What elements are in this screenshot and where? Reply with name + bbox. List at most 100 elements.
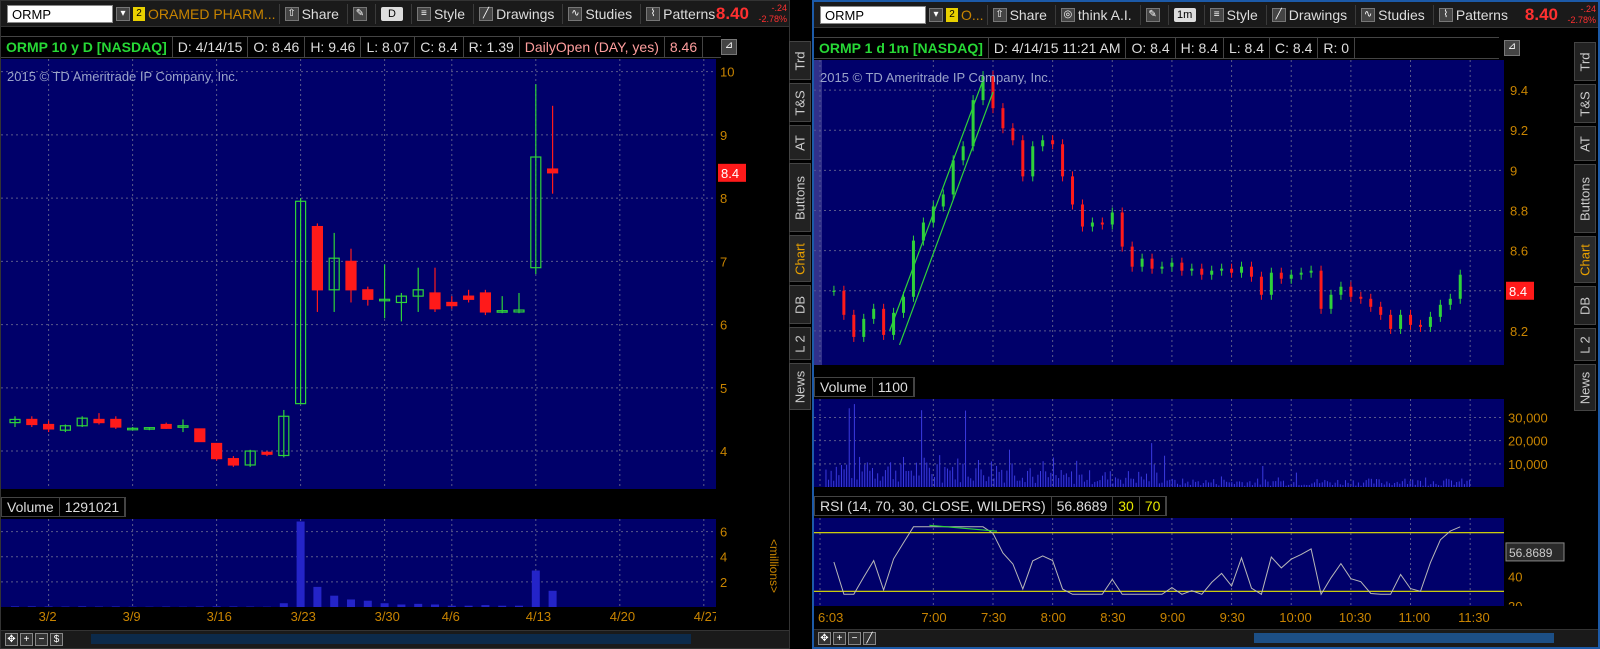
chart-settings-icon-left[interactable]: ⊿	[721, 39, 737, 55]
candle-body	[1379, 306, 1383, 315]
symbol-input-left[interactable]: ORMP	[7, 4, 113, 23]
side-tab-ts[interactable]: T&S	[789, 83, 811, 122]
think-ai-button[interactable]: ◎ think A.I.	[1054, 4, 1137, 25]
chart-settings-icon-right[interactable]: ⊿	[1504, 40, 1520, 56]
side-tab-trd[interactable]: Trd	[1574, 42, 1596, 81]
candle-body	[1359, 296, 1363, 299]
last-price-left: 8.40	[715, 4, 749, 23]
candle-body	[1110, 212, 1114, 225]
aggregation-button-right[interactable]: 1m	[1167, 4, 1201, 25]
side-tab-trd[interactable]: Trd	[789, 41, 811, 80]
scrollbar-left[interactable]	[91, 634, 691, 644]
side-tab-chart[interactable]: Chart	[1574, 236, 1596, 283]
side-tab-label: Trd	[1577, 51, 1593, 72]
tools-button-right[interactable]: ✎	[1139, 4, 1165, 25]
studies-button-left[interactable]: ∿ Studies	[562, 3, 637, 24]
rsi-tick-label: 40	[1508, 570, 1522, 585]
time-tick-label: 3/16	[207, 609, 232, 624]
candle-body	[194, 428, 206, 443]
candle-body	[832, 290, 836, 292]
side-tab-ts[interactable]: T&S	[1574, 84, 1596, 123]
side-tab-db[interactable]: DB	[789, 285, 811, 324]
candle-body	[160, 423, 172, 429]
price-tick-label: 9.4	[1510, 83, 1528, 98]
candle-body	[429, 292, 441, 310]
candle-body	[1170, 262, 1174, 267]
zoom-out-icon[interactable]: −	[848, 632, 861, 645]
symbol-dropdown-icon[interactable]: ▾	[116, 6, 130, 21]
symbol-dropdown-icon[interactable]: ▾	[929, 7, 943, 22]
price-change-right: -.24 -2.78%	[1567, 4, 1596, 25]
price-chart-right[interactable]: 2015 © TD Ameritrade IP Company, Inc.	[814, 60, 1504, 365]
candle-body	[1041, 140, 1045, 147]
side-tab-at[interactable]: AT	[789, 125, 811, 160]
side-tab-label: T&S	[792, 89, 808, 116]
volume-tick-label: 2	[720, 575, 727, 590]
zoom-out-icon[interactable]: −	[35, 633, 48, 646]
time-tick-label: 8:30	[1100, 610, 1125, 625]
header-high: H: 8.4	[1176, 38, 1224, 58]
drawings-button-right[interactable]: ╱ Drawings	[1265, 4, 1352, 25]
candle-body	[1220, 268, 1224, 271]
side-tab-chart[interactable]: Chart	[789, 235, 811, 282]
time-tick-label: 3/2	[39, 609, 57, 624]
tools-icon: ✎	[352, 6, 367, 21]
share-button-left[interactable]: ⇧ Share	[278, 3, 344, 24]
dollar-icon[interactable]: $	[50, 633, 63, 646]
rsi-overbought-label: 70	[1140, 497, 1167, 515]
volume-chart-left	[1, 519, 716, 607]
candle-body	[211, 442, 223, 460]
candle-body	[1001, 108, 1005, 129]
patterns-button-left[interactable]: ⌇ Patterns	[640, 3, 720, 24]
style-button-right[interactable]: ≡ Style	[1203, 4, 1263, 25]
candle-body	[345, 260, 357, 291]
drawing-line-icon[interactable]: ╱	[863, 632, 876, 645]
time-tick-label: 3/23	[291, 609, 316, 624]
link-badge-left[interactable]: 2	[133, 6, 145, 21]
candle-body	[1150, 258, 1154, 269]
studies-button-right[interactable]: ∿ Studies	[1355, 4, 1430, 25]
header-close: C: 8.4	[415, 37, 464, 57]
side-tab-news[interactable]: News	[1574, 364, 1596, 411]
scrollbar-right[interactable]	[1254, 633, 1554, 643]
volume-axis-right: 10,000 20,000 30,000	[1504, 399, 1566, 487]
patterns-button-right[interactable]: ⌇ Patterns	[1432, 4, 1513, 25]
candle-body	[1061, 144, 1065, 177]
share-button-right[interactable]: ⇧ Share	[986, 4, 1052, 25]
side-tab-buttons[interactable]: Buttons	[1574, 164, 1596, 233]
tools-button-left[interactable]: ✎	[346, 3, 372, 24]
volume-tick-label: 10,000	[1508, 457, 1548, 472]
patterns-icon: ⌇	[1438, 7, 1453, 22]
side-tab-label: T&S	[1577, 90, 1593, 117]
zoom-in-icon[interactable]: +	[833, 632, 846, 645]
price-tick-label: 9	[720, 128, 727, 143]
candle-body	[1339, 286, 1343, 295]
chart-panel-right: ORMP ▾ 2 O... ⇧ Share ◎ think A.I. ✎ 1m ≡ S…	[812, 0, 1600, 649]
zoom-in-icon[interactable]: +	[20, 633, 33, 646]
bottom-bar-right: ✥ + − ╱	[814, 629, 1598, 647]
chart-title-left: ORMP 10 y D [NASDAQ]	[1, 37, 173, 57]
rsi-line	[833, 526, 1461, 596]
side-tab-db[interactable]: DB	[1574, 286, 1596, 325]
time-tick-label: 6:03	[818, 610, 843, 625]
side-tab-at[interactable]: AT	[1574, 126, 1596, 161]
side-tab-buttons[interactable]: Buttons	[789, 163, 811, 232]
time-axis-right: 6:03 7:00 7:30 8:00 8:30 9:00 9:30 10:00 10:30 11…	[814, 608, 1504, 626]
link-badge-right[interactable]: 2	[946, 7, 958, 22]
style-button-left[interactable]: ≡ Style	[410, 3, 470, 24]
drawings-button-left[interactable]: ╱ Drawings	[473, 3, 559, 24]
price-chart-left[interactable]: 2015 © TD Ameritrade IP Company, Inc.	[1, 59, 716, 489]
pan-icon[interactable]: ✥	[5, 633, 18, 646]
side-tab-news[interactable]: News	[789, 363, 811, 410]
company-name-right: O...	[961, 6, 984, 23]
side-tab-l2[interactable]: L 2	[1574, 328, 1596, 361]
candle-body	[1319, 270, 1323, 309]
symbol-input-right[interactable]: ORMP	[820, 5, 926, 24]
candle-body	[1389, 314, 1393, 329]
side-tab-label: Chart	[792, 242, 808, 275]
side-tab-l2[interactable]: L 2	[789, 327, 811, 360]
aggregation-button-left[interactable]: D	[374, 3, 408, 24]
pan-icon[interactable]: ✥	[818, 632, 831, 645]
share-icon: ⇧	[284, 6, 299, 21]
style-icon: ≡	[416, 6, 431, 21]
